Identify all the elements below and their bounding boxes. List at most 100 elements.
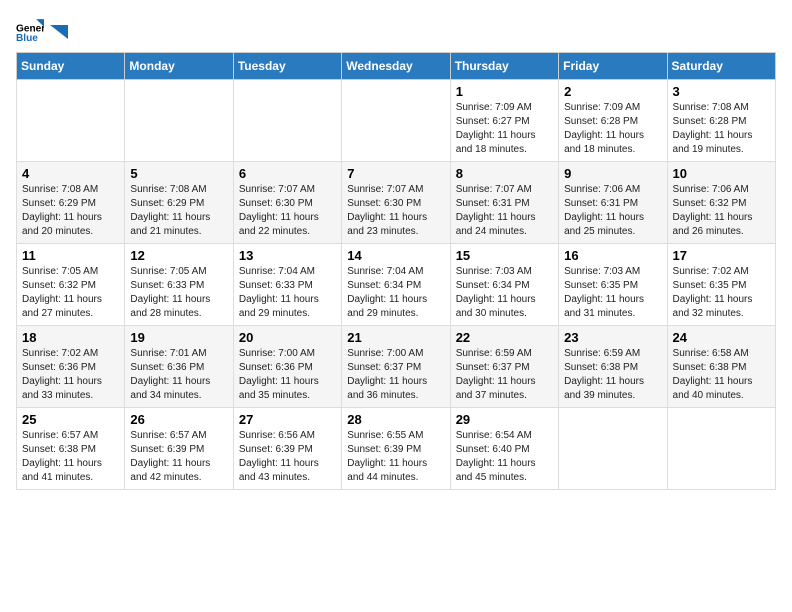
- day-info: Sunrise: 7:06 AM Sunset: 6:32 PM Dayligh…: [673, 183, 770, 239]
- calendar-cell: 22 Sunrise: 6:59 AM Sunset: 6:37 PM Dayli…: [450, 326, 558, 408]
- calendar-cell: 24 Sunrise: 6:58 AM Sunset: 6:38 PM Dayli…: [667, 326, 775, 408]
- calendar-cell: 20 Sunrise: 7:00 AM Sunset: 6:36 PM Dayli…: [233, 326, 341, 408]
- calendar-cell: 7 Sunrise: 7:07 AM Sunset: 6:30 PM Daylig…: [342, 162, 450, 244]
- day-number: 20: [239, 330, 336, 345]
- calendar-cell: 16 Sunrise: 7:03 AM Sunset: 6:35 PM Dayli…: [559, 244, 667, 326]
- day-info: Sunrise: 7:01 AM Sunset: 6:36 PM Dayligh…: [130, 347, 227, 403]
- day-number: 6: [239, 166, 336, 181]
- day-info: Sunrise: 7:05 AM Sunset: 6:33 PM Dayligh…: [130, 265, 227, 321]
- calendar-cell: 8 Sunrise: 7:07 AM Sunset: 6:31 PM Daylig…: [450, 162, 558, 244]
- day-number: 27: [239, 412, 336, 427]
- day-info: Sunrise: 6:58 AM Sunset: 6:38 PM Dayligh…: [673, 347, 770, 403]
- day-header-wednesday: Wednesday: [342, 53, 450, 80]
- day-info: Sunrise: 6:55 AM Sunset: 6:39 PM Dayligh…: [347, 429, 444, 485]
- day-info: Sunrise: 7:07 AM Sunset: 6:30 PM Dayligh…: [239, 183, 336, 239]
- day-number: 24: [673, 330, 770, 345]
- calendar-cell: 12 Sunrise: 7:05 AM Sunset: 6:33 PM Dayli…: [125, 244, 233, 326]
- day-info: Sunrise: 7:00 AM Sunset: 6:36 PM Dayligh…: [239, 347, 336, 403]
- calendar-cell: 17Sunrise: 7:02 AM Sunset: 6:35 PM Dayli…: [667, 244, 775, 326]
- day-info: Sunrise: 7:04 AM Sunset: 6:34 PM Dayligh…: [347, 265, 444, 321]
- day-number: 8: [456, 166, 553, 181]
- day-number: 13: [239, 248, 336, 263]
- day-number: 5: [130, 166, 227, 181]
- calendar-cell: [233, 80, 341, 162]
- day-header-monday: Monday: [125, 53, 233, 80]
- day-info: Sunrise: 7:08 AM Sunset: 6:29 PM Dayligh…: [22, 183, 119, 239]
- day-number: 21: [347, 330, 444, 345]
- day-info: Sunrise: 7:06 AM Sunset: 6:31 PM Dayligh…: [564, 183, 661, 239]
- day-info: Sunrise: 7:07 AM Sunset: 6:31 PM Dayligh…: [456, 183, 553, 239]
- day-info: Sunrise: 7:05 AM Sunset: 6:32 PM Dayligh…: [22, 265, 119, 321]
- calendar-cell: 29 Sunrise: 6:54 AM Sunset: 6:40 PM Dayli…: [450, 408, 558, 490]
- day-number: 25: [22, 412, 119, 427]
- calendar-cell: [559, 408, 667, 490]
- calendar-cell: 21 Sunrise: 7:00 AM Sunset: 6:37 PM Dayli…: [342, 326, 450, 408]
- day-info: Sunrise: 6:54 AM Sunset: 6:40 PM Dayligh…: [456, 429, 553, 485]
- calendar-cell: 25 Sunrise: 6:57 AM Sunset: 6:38 PM Dayli…: [17, 408, 125, 490]
- day-number: 9: [564, 166, 661, 181]
- svg-text:Blue: Blue: [16, 33, 38, 44]
- calendar-cell: 14 Sunrise: 7:04 AM Sunset: 6:34 PM Dayli…: [342, 244, 450, 326]
- day-number: 14: [347, 248, 444, 263]
- day-info: Sunrise: 7:04 AM Sunset: 6:33 PM Dayligh…: [239, 265, 336, 321]
- day-info: Sunrise: 6:57 AM Sunset: 6:39 PM Dayligh…: [130, 429, 227, 485]
- day-number: 19: [130, 330, 227, 345]
- day-header-thursday: Thursday: [450, 53, 558, 80]
- calendar-cell: 28Sunrise: 6:55 AM Sunset: 6:39 PM Dayli…: [342, 408, 450, 490]
- calendar-cell: 10 Sunrise: 7:06 AM Sunset: 6:32 PM Dayli…: [667, 162, 775, 244]
- day-number: 4: [22, 166, 119, 181]
- day-number: 12: [130, 248, 227, 263]
- day-info: Sunrise: 7:03 AM Sunset: 6:35 PM Dayligh…: [564, 265, 661, 321]
- calendar-cell: 1 Sunrise: 7:09 AM Sunset: 6:27 PM Daylig…: [450, 80, 558, 162]
- day-info: Sunrise: 6:59 AM Sunset: 6:38 PM Dayligh…: [564, 347, 661, 403]
- day-number: 26: [130, 412, 227, 427]
- logo-icon: General Blue: [16, 16, 44, 44]
- day-number: 10: [673, 166, 770, 181]
- day-number: 1: [456, 84, 553, 99]
- day-info: Sunrise: 6:59 AM Sunset: 6:37 PM Dayligh…: [456, 347, 553, 403]
- logo-arrow-icon: [50, 25, 68, 39]
- day-info: Sunrise: 7:00 AM Sunset: 6:37 PM Dayligh…: [347, 347, 444, 403]
- day-number: 17: [673, 248, 770, 263]
- calendar-table: SundayMondayTuesdayWednesdayThursdayFrid…: [16, 52, 776, 490]
- calendar-cell: 5 Sunrise: 7:08 AM Sunset: 6:29 PM Daylig…: [125, 162, 233, 244]
- calendar-cell: 6 Sunrise: 7:07 AM Sunset: 6:30 PM Daylig…: [233, 162, 341, 244]
- logo: General Blue: [16, 16, 68, 44]
- day-info: Sunrise: 7:02 AM Sunset: 6:36 PM Dayligh…: [22, 347, 119, 403]
- day-number: 11: [22, 248, 119, 263]
- day-header-sunday: Sunday: [17, 53, 125, 80]
- calendar-cell: 9 Sunrise: 7:06 AM Sunset: 6:31 PM Daylig…: [559, 162, 667, 244]
- calendar-cell: [342, 80, 450, 162]
- calendar-cell: 2 Sunrise: 7:09 AM Sunset: 6:28 PM Daylig…: [559, 80, 667, 162]
- day-info: Sunrise: 6:56 AM Sunset: 6:39 PM Dayligh…: [239, 429, 336, 485]
- day-info: Sunrise: 7:08 AM Sunset: 6:29 PM Dayligh…: [130, 183, 227, 239]
- day-number: 7: [347, 166, 444, 181]
- calendar-cell: 23Sunrise: 6:59 AM Sunset: 6:38 PM Dayli…: [559, 326, 667, 408]
- day-info: Sunrise: 7:09 AM Sunset: 6:28 PM Dayligh…: [564, 101, 661, 157]
- calendar-cell: 18 Sunrise: 7:02 AM Sunset: 6:36 PM Dayli…: [17, 326, 125, 408]
- calendar-cell: 13 Sunrise: 7:04 AM Sunset: 6:33 PM Dayli…: [233, 244, 341, 326]
- calendar-cell: [17, 80, 125, 162]
- calendar-cell: 19 Sunrise: 7:01 AM Sunset: 6:36 PM Dayli…: [125, 326, 233, 408]
- day-number: 22: [456, 330, 553, 345]
- day-info: Sunrise: 7:08 AM Sunset: 6:28 PM Dayligh…: [673, 101, 770, 157]
- day-info: Sunrise: 7:07 AM Sunset: 6:30 PM Dayligh…: [347, 183, 444, 239]
- day-info: Sunrise: 6:57 AM Sunset: 6:38 PM Dayligh…: [22, 429, 119, 485]
- day-number: 18: [22, 330, 119, 345]
- calendar-cell: [125, 80, 233, 162]
- day-info: Sunrise: 7:09 AM Sunset: 6:27 PM Dayligh…: [456, 101, 553, 157]
- day-number: 2: [564, 84, 661, 99]
- calendar-cell: 27 Sunrise: 6:56 AM Sunset: 6:39 PM Dayli…: [233, 408, 341, 490]
- day-header-saturday: Saturday: [667, 53, 775, 80]
- calendar-cell: [667, 408, 775, 490]
- calendar-cell: 15Sunrise: 7:03 AM Sunset: 6:34 PM Dayli…: [450, 244, 558, 326]
- day-header-tuesday: Tuesday: [233, 53, 341, 80]
- calendar-cell: 4 Sunrise: 7:08 AM Sunset: 6:29 PM Daylig…: [17, 162, 125, 244]
- day-number: 3: [673, 84, 770, 99]
- calendar-cell: 26 Sunrise: 6:57 AM Sunset: 6:39 PM Dayli…: [125, 408, 233, 490]
- day-number: 29: [456, 412, 553, 427]
- calendar-cell: 11 Sunrise: 7:05 AM Sunset: 6:32 PM Dayli…: [17, 244, 125, 326]
- day-number: 16: [564, 248, 661, 263]
- page-header: General Blue: [16, 16, 776, 44]
- day-number: 15: [456, 248, 553, 263]
